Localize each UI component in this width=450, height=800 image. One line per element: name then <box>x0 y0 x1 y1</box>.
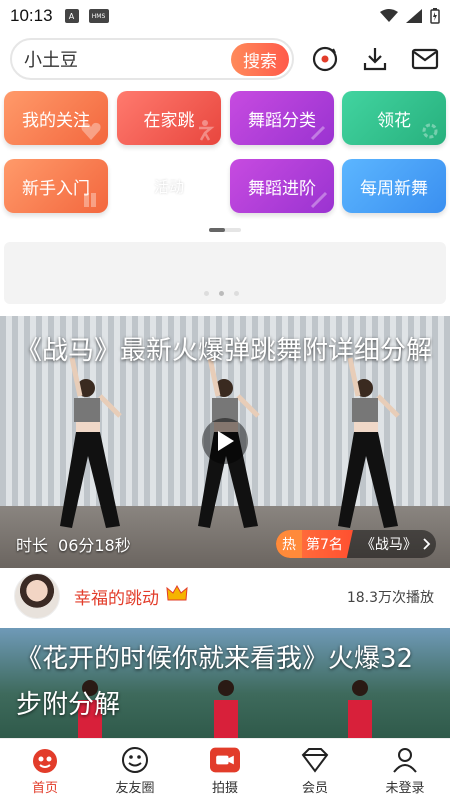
video-card[interactable]: 《战马》最新火爆弹跳舞附详细分解 时长 06分18秒 热 第7名 《战马》 <box>0 316 450 568</box>
tile-label: 舞蹈分类 <box>248 110 316 131</box>
nav-label: 拍摄 <box>211 781 238 796</box>
play-button[interactable] <box>202 418 248 464</box>
user-icon <box>390 745 420 775</box>
tile-label: 领花 <box>377 110 411 131</box>
chevron-right-icon <box>423 538 431 550</box>
status-time: 10:13 <box>10 6 53 25</box>
tile-dance-category[interactable]: 舞蹈分类 <box>230 91 334 145</box>
bottom-nav: 首页 友友圈 拍摄 会员 未登录 <box>0 738 450 800</box>
duration-value: 06分18秒 <box>58 536 131 555</box>
tile-label: 舞蹈进阶 <box>248 178 316 199</box>
rank-number: 第7名 <box>302 530 353 558</box>
tile-label: 活动 <box>153 177 184 196</box>
diamond-icon <box>300 745 330 775</box>
rank-badge[interactable]: 热 第7名 《战马》 <box>276 530 436 558</box>
nav-friends-circle[interactable]: 友友圈 <box>90 739 180 800</box>
tile-weekly-new[interactable]: 每周新舞 <box>342 159 446 213</box>
banner[interactable] <box>4 242 446 304</box>
heart-icon <box>81 122 101 140</box>
avatar[interactable] <box>14 573 60 619</box>
video-title: 《战马》最新火爆弹跳舞附详细分解 <box>16 336 433 366</box>
tile-label: 在家跳 <box>143 110 195 131</box>
duration-label: 时长 <box>16 536 49 555</box>
nav-label: 未登录 <box>385 781 425 796</box>
crown-icon <box>166 584 188 601</box>
uploader-row: 幸福的跳动 18.3万次播放 <box>0 568 450 624</box>
play-count: 18.3万次播放 <box>346 590 434 606</box>
dancer-figure <box>60 357 122 528</box>
play-icon <box>218 431 234 451</box>
tile-activities[interactable]: 活动 <box>117 159 221 213</box>
battery-icon <box>430 8 440 24</box>
dancer-icon <box>199 120 215 141</box>
tile-label: 新手入门 <box>22 178 90 199</box>
search-box[interactable]: 搜索 <box>10 38 294 80</box>
home-icon <box>30 745 60 775</box>
nav-label: 友友圈 <box>115 781 155 796</box>
status-bar: 10:13 A HMS <box>0 0 450 32</box>
nav-home[interactable]: 首页 <box>0 739 90 800</box>
tile-advanced[interactable]: 舞蹈进阶 <box>230 159 334 213</box>
tile-dance-at-home[interactable]: 在家跳 <box>117 91 221 145</box>
nav-membership[interactable]: 会员 <box>270 739 360 800</box>
search-input[interactable] <box>24 48 224 70</box>
rank-tag: 《战马》 <box>360 537 417 553</box>
notification-a-icon: A <box>64 9 79 23</box>
book-icon <box>84 193 96 207</box>
banner-dots <box>204 291 239 296</box>
download-icon[interactable] <box>360 44 390 74</box>
nav-label: 首页 <box>31 781 58 796</box>
arrow-up-icon <box>310 191 328 209</box>
tile-beginner[interactable]: 新手入门 <box>4 159 108 213</box>
nav-shoot[interactable]: 拍摄 <box>180 739 270 800</box>
tile-my-follows[interactable]: 我的关注 <box>4 91 108 145</box>
category-page-indicator <box>209 228 241 232</box>
smile-icon <box>120 745 150 775</box>
dancer-figure <box>338 357 400 528</box>
mail-icon[interactable] <box>410 44 440 74</box>
video-title: 《花开的时候你就来看我》火爆32步附分解 <box>16 644 414 720</box>
wifi-icon <box>380 9 398 22</box>
search-button[interactable]: 搜索 <box>231 43 289 76</box>
flower-icon <box>422 123 438 139</box>
uploader-name[interactable]: 幸福的跳动 <box>74 584 159 609</box>
search-row: 搜索 <box>0 36 450 82</box>
hot-icon: 热 <box>276 530 302 558</box>
hms-icon: HMS <box>88 9 109 23</box>
video-card[interactable]: 《花开的时候你就来看我》火爆32步附分解 <box>0 628 450 738</box>
music-disc-icon[interactable] <box>310 44 340 74</box>
camera-icon <box>210 745 240 775</box>
pen-icon <box>310 125 326 141</box>
nav-label: 会员 <box>301 781 328 796</box>
tile-claim-flowers[interactable]: 领花 <box>342 91 446 145</box>
nav-profile[interactable]: 未登录 <box>360 739 450 800</box>
signal-icon <box>406 9 422 23</box>
video-duration: 时长 06分18秒 <box>16 532 131 556</box>
tile-label: 每周新舞 <box>360 178 428 199</box>
